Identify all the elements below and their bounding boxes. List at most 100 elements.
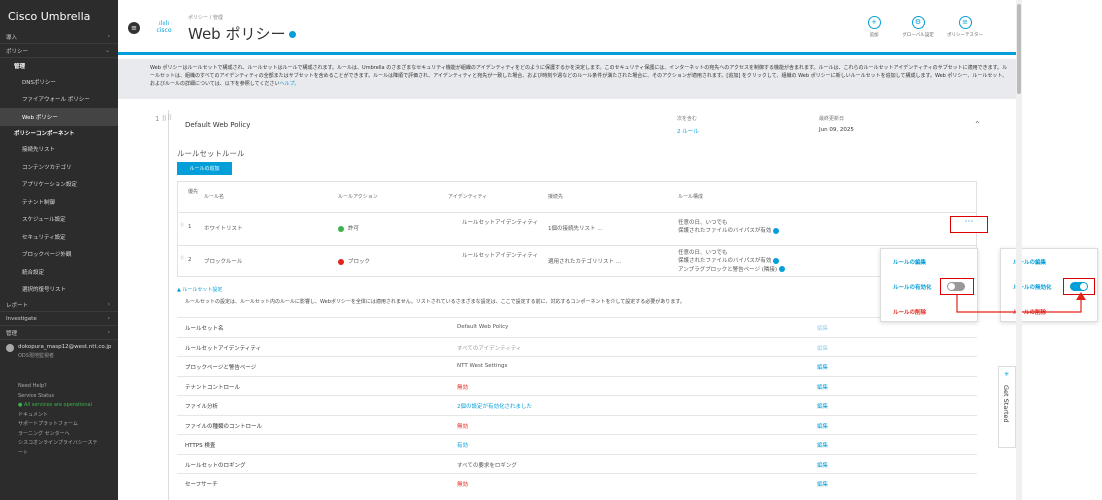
sidebar-item-dns-policy[interactable]: DNSポリシー	[0, 73, 118, 91]
sidebar: Cisco Umbrella 導入 › ポリシー ⌄ 管理 DNSポリシー ファイア…	[0, 0, 118, 500]
info-icon[interactable]	[779, 266, 786, 272]
rule-config: 任意の日、いつでも 保護されたファイルのバイパスが有効 アンプラグブロックと警告ペー…	[678, 249, 786, 274]
user-email: dokopura_masp12@west.ntt.co.jp	[18, 344, 112, 350]
user-org: ODS現地監視者	[18, 353, 54, 359]
sidebar-item-deploy[interactable]: 導入 ›	[0, 30, 118, 44]
sidebar-item-investigate[interactable]: Investigate ›	[0, 312, 118, 326]
sidebar-item-selective-decryption[interactable]: 選択的復号リスト	[0, 281, 118, 299]
breadcrumb[interactable]: ポリシー / 管理	[188, 14, 223, 21]
help-link[interactable]: シスコオンラインプライバシーステート	[18, 439, 100, 458]
get-started-tab[interactable]: ✳ Get Started	[998, 366, 1016, 448]
add-rule-button[interactable]: ルールの追加	[177, 162, 232, 175]
setting-row: セーフサーチ 無効 編集	[177, 473, 977, 493]
ruleset-number-text: 1	[155, 115, 160, 123]
edit-link[interactable]: 編集	[817, 363, 828, 371]
help-link[interactable]: サポートプラットフォーム	[18, 420, 100, 430]
sidebar-item-web-policy[interactable]: Web ポリシー	[0, 108, 118, 126]
ruleset-name[interactable]: Default Web Policy	[185, 121, 250, 129]
setting-value: Default Web Policy	[457, 324, 509, 330]
cisco-wordmark: cisco	[156, 26, 172, 34]
info-icon[interactable]	[773, 227, 780, 234]
add-icon: +	[867, 16, 881, 29]
ruleset-settings-toggle[interactable]: ▲ ルールセット設定	[177, 286, 222, 293]
sidebar-item-admin[interactable]: 管理 ›	[0, 326, 118, 340]
rule-action-label: ブロック	[348, 259, 371, 265]
service-status-value[interactable]: ● All services are operational	[18, 401, 100, 411]
setting-value: すべての要求をロギング	[457, 462, 517, 469]
policy-tester-button[interactable]: ≡ ポリシーテスター	[940, 16, 990, 38]
user-account[interactable]: dokopura_masp12@west.ntt.co.jp ODS現地監視者	[0, 340, 118, 366]
setting-key: ルールセットのロギング	[185, 462, 246, 469]
block-icon	[338, 258, 344, 265]
sidebar-item-destination-lists[interactable]: 接続先リスト	[0, 141, 118, 159]
setting-key: テナントコントロール	[185, 384, 241, 391]
edit-link[interactable]: 編集	[817, 344, 828, 352]
policy-tester-label: ポリシーテスター	[947, 33, 983, 38]
table-row[interactable]: ⠿ 1 ホワイトリスト 許可 ルールセットアイデンティティ 1個の接続先リスト …	[178, 212, 988, 244]
rule-destination: 1個の接続先リスト ...	[548, 226, 603, 232]
scrollbar-thumb[interactable]	[1017, 4, 1021, 94]
sidebar-item-policies[interactable]: ポリシー ⌄	[0, 44, 118, 58]
rule-config-line: アンプラグブロックと警告ページ (隣接)	[678, 266, 778, 273]
updated-value: Jun 09, 2025	[819, 127, 854, 133]
info-icon[interactable]	[773, 257, 780, 264]
sidebar-item-label: ポリシー	[6, 48, 29, 55]
setting-row: ルールセットのロギング すべての要求をロギング 編集	[177, 453, 977, 474]
sidebar-item-content-categories[interactable]: コンテンツカテゴリ	[0, 158, 118, 176]
page-title: Web ポリシー	[188, 23, 297, 44]
sidebar-item-schedules[interactable]: スケジュール設定	[0, 211, 118, 229]
edit-rule-menu-item[interactable]: ルールの編集	[893, 258, 926, 266]
edit-link[interactable]: 編集	[817, 480, 828, 488]
drag-handle-icon[interactable]: ⠿	[180, 223, 184, 229]
edit-link[interactable]: 編集	[817, 383, 828, 391]
help-link[interactable]: ラーニング センターへ	[18, 430, 100, 440]
ruleset-number: 1 ⠿	[155, 115, 167, 123]
setting-value: 無効	[457, 423, 469, 430]
chevron-right-icon: ›	[107, 315, 110, 322]
table-row[interactable]: ⠿ 2 ブロックルール ブロック ルールセットアイデンティティ 適用されたカテゴ…	[178, 245, 976, 277]
edit-link[interactable]: 編集	[817, 461, 828, 469]
drag-handle-icon[interactable]: ⠿	[167, 114, 172, 122]
more-actions-button[interactable]: ⋯	[950, 216, 988, 233]
sparkle-icon: ✳	[1004, 371, 1010, 378]
scrollbar[interactable]	[1016, 0, 1022, 500]
drag-handle-icon[interactable]: ⠿	[180, 256, 184, 262]
edit-link[interactable]: 編集	[817, 324, 828, 332]
sidebar-item-label: Investigate	[6, 315, 37, 322]
rule-name[interactable]: ブロックルール	[204, 257, 242, 265]
sidebar-item-tenant-controls[interactable]: テナント制御	[0, 193, 118, 211]
enable-rule-menu-item[interactable]: ルールの有効化	[893, 283, 932, 291]
rules-table: 優先 ルール名 ルールアクション アイデンティティ 接続先 ルール構成 ⠿ 1 …	[177, 181, 988, 277]
contains-value[interactable]: 2 ルール	[677, 127, 699, 135]
brand-logo[interactable]: Cisco Umbrella	[0, 0, 118, 30]
add-label: 追加	[869, 33, 879, 38]
setting-key: ルールセットアイデンティティ	[185, 345, 262, 352]
edit-link[interactable]: 編集	[817, 422, 828, 430]
sidebar-item-reports[interactable]: レポート ›	[0, 298, 118, 312]
sidebar-item-app-settings[interactable]: アプリケーション設定	[0, 176, 118, 194]
sidebar-item-firewall-policy[interactable]: ファイアウォール ポリシー	[0, 91, 118, 109]
edit-link[interactable]: 編集	[817, 402, 828, 410]
add-button[interactable]: + 追加	[862, 16, 886, 38]
help-link[interactable]: ドキュメント	[18, 411, 100, 421]
chevron-down-icon: ⌄	[104, 47, 110, 54]
help-link[interactable]: ヘルプ。	[279, 81, 299, 87]
rule-identity: ルールセットアイデンティティ	[462, 253, 539, 259]
rule-name[interactable]: ホワイトリスト	[204, 224, 243, 232]
global-settings-button[interactable]: ⚙ グローバル設定	[896, 16, 940, 38]
setting-key: セーフサーチ	[185, 482, 218, 488]
sidebar-item-integrations[interactable]: 統合設定	[0, 263, 118, 281]
page-title-text: Web ポリシー	[188, 25, 286, 43]
rule-config: 任意の日、いつでも 保護されたファイルのバイパスが有効	[678, 219, 780, 236]
delete-rule-menu-item[interactable]: ルールの削除	[893, 308, 926, 316]
setting-row: ファイルの種類のコントロール 無効 編集	[177, 414, 977, 435]
info-icon[interactable]	[289, 31, 297, 38]
setting-key: ルールセット名	[185, 326, 224, 332]
menu-icon[interactable]: ≡	[128, 22, 140, 34]
col-rule-name: ルール名	[204, 194, 225, 200]
chevron-up-icon[interactable]: ⌃	[974, 120, 981, 129]
edit-link[interactable]: 編集	[817, 441, 828, 449]
sidebar-item-security-settings[interactable]: セキュリティ設定	[0, 228, 118, 246]
ruleset-card: ⠿ Default Web Policy 次を含む 2 ルール 最終更新日 Ju…	[167, 110, 988, 500]
sidebar-item-block-page[interactable]: ブロックページ外観	[0, 246, 118, 264]
